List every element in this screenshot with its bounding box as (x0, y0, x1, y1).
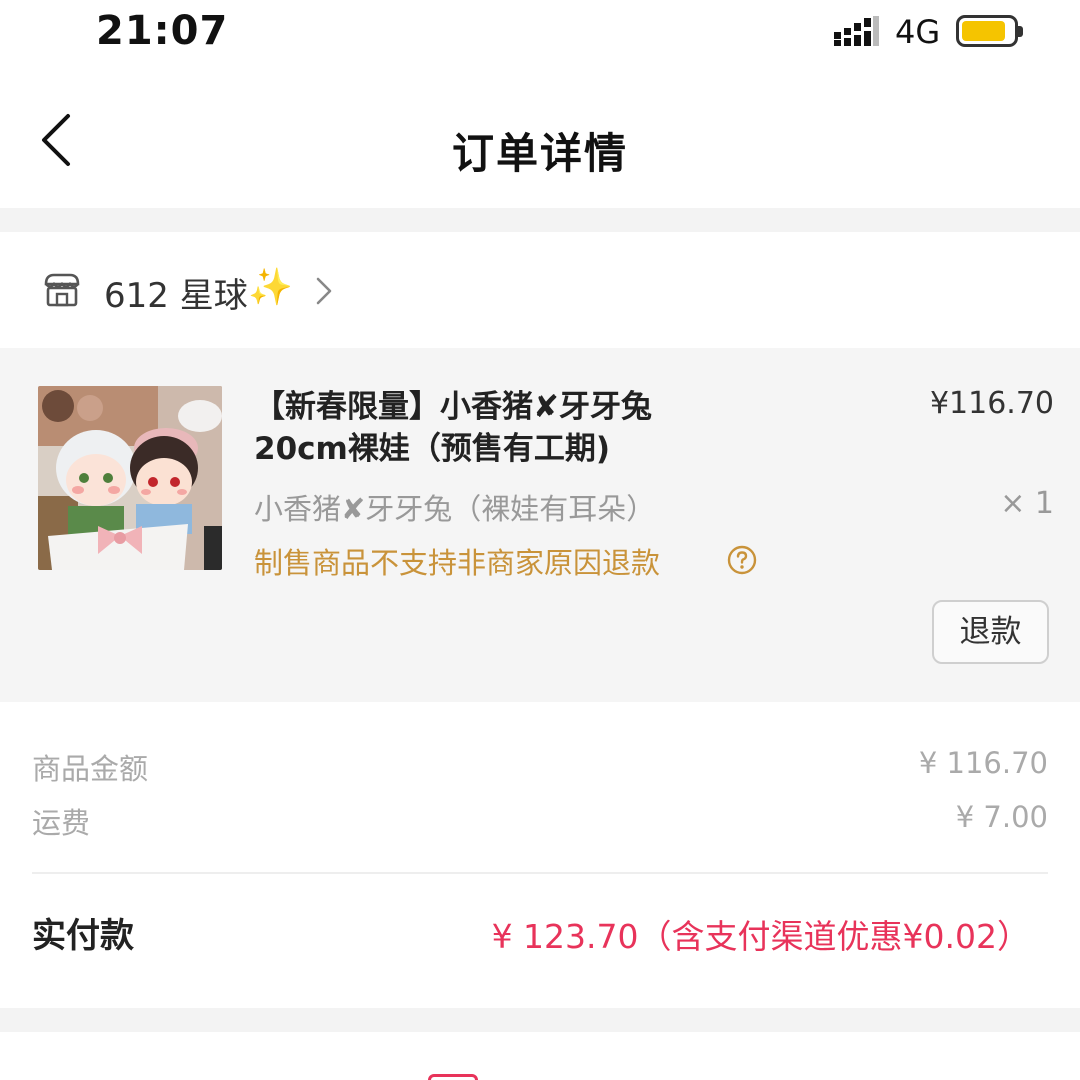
chevron-right-icon (316, 277, 332, 305)
goods-amount-label: 商品金额 (32, 752, 149, 786)
order-item-card: 【新春限量】小香猪✘牙牙兔20cm裸娃（预售有工期) ¥116.70 小香猪✘牙… (0, 348, 1080, 702)
paid-amount-value: ¥ 123.70（含支付渠道优惠¥0.02） (491, 917, 1030, 956)
section-gap (0, 208, 1080, 232)
shop-name: 612 星球 (104, 276, 248, 316)
store-icon (44, 273, 80, 307)
network-type: 4G (895, 13, 941, 51)
product-title[interactable]: 【新春限量】小香猪✘牙牙兔20cm裸娃（预售有工期) (254, 386, 724, 470)
refund-button[interactable]: 退款 (932, 600, 1049, 664)
goods-amount-value: ¥ 116.70 (918, 746, 1048, 780)
shipping-label: 运费 (32, 806, 91, 840)
contact-icon[interactable] (428, 1074, 478, 1080)
battery-icon (956, 15, 1023, 47)
page-title: 订单详情 (451, 129, 628, 178)
section-gap (0, 1008, 1080, 1032)
shop-row[interactable]: 612 星球 ✨ (0, 232, 1080, 348)
status-time: 21:07 (96, 8, 229, 54)
question-circle-icon[interactable] (726, 544, 758, 576)
refund-policy-notice: 制售商品不支持非商家原因退款 (254, 546, 661, 580)
amount-summary: 商品金额 ¥ 116.70 运费 ¥ 7.00 实付款 ¥ 123.70（含支付… (0, 702, 1080, 1008)
product-thumbnail[interactable] (38, 386, 222, 570)
product-variant: 小香猪✘牙牙兔（裸娃有耳朵） (254, 492, 656, 526)
product-price: ¥116.70 (929, 386, 1054, 421)
sparkle-icon: ✨ (248, 267, 293, 308)
nav-bar: 订单详情 (0, 70, 1080, 208)
paid-amount-label: 实付款 (32, 916, 134, 956)
status-bar: 21:07 4G (0, 0, 1080, 70)
bottom-section (0, 1032, 1080, 1080)
shipping-value: ¥ 7.00 (955, 800, 1048, 834)
signal-icon (834, 16, 879, 46)
divider (32, 872, 1048, 874)
product-quantity: × 1 (1000, 486, 1054, 521)
